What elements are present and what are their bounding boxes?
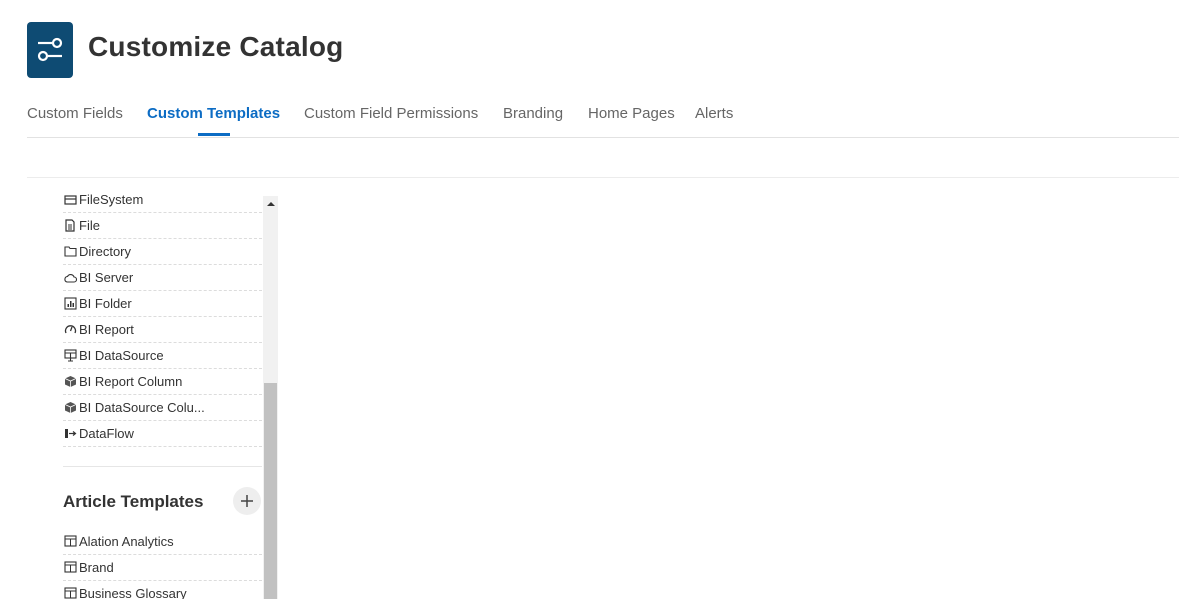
list-item-filesystem[interactable]: FileSystem — [63, 190, 262, 213]
list-item-label: BI DataSource — [79, 347, 164, 363]
file-icon — [63, 218, 77, 232]
article-templates-heading: Article Templates — [63, 492, 204, 511]
tab-home-pages[interactable]: Home Pages — [588, 105, 675, 122]
list-item-bi-report[interactable]: BI Report — [63, 316, 262, 343]
active-tab-indicator — [198, 133, 230, 136]
template-list-panel: FileSystem File Directory BI Server BI F… — [63, 190, 262, 599]
list-item-label: File — [79, 217, 100, 233]
list-item-label: Business Glossary — [79, 585, 187, 599]
list-item-file[interactable]: File — [63, 212, 262, 239]
cloud-icon — [63, 270, 77, 284]
bi-folder-icon — [63, 296, 77, 310]
cube-icon — [63, 400, 77, 414]
list-item-label: FileSystem — [79, 191, 144, 207]
tab-bar: Custom Fields Custom Templates Custom Fi… — [27, 105, 1179, 138]
page-title: Customize Catalog — [88, 31, 344, 62]
list-item-label: DataFlow — [79, 425, 134, 441]
list-item-brand[interactable]: Brand — [63, 554, 262, 581]
table-icon — [63, 560, 77, 574]
table-icon — [63, 534, 77, 548]
list-item-label: BI Folder — [79, 295, 132, 311]
list-item-business-glossary[interactable]: Business Glossary — [63, 580, 262, 599]
list-item-bi-datasource-column[interactable]: BI DataSource Colu... — [63, 394, 262, 421]
datasource-icon — [63, 348, 77, 362]
list-item-bi-server[interactable]: BI Server — [63, 264, 262, 291]
tab-custom-templates[interactable]: Custom Templates — [147, 105, 280, 122]
list-item-label: BI Report — [79, 321, 134, 337]
list-item-label: Alation Analytics — [79, 533, 174, 549]
caret-up-icon — [266, 201, 275, 206]
gauge-icon — [63, 322, 77, 336]
list-item-label: Directory — [79, 243, 132, 259]
tab-branding[interactable]: Branding — [503, 105, 563, 122]
cube-icon — [63, 374, 77, 388]
list-item-label: BI DataSource Colu... — [79, 399, 205, 415]
filesystem-icon — [63, 192, 77, 206]
list-item-label: Brand — [79, 559, 114, 575]
add-article-template-button[interactable] — [233, 487, 261, 515]
list-scrollbar[interactable] — [263, 196, 278, 599]
content-divider — [27, 177, 1179, 178]
app-logo-icon — [27, 22, 73, 78]
tab-custom-fields[interactable]: Custom Fields — [27, 105, 123, 122]
sliders-icon — [37, 37, 63, 62]
list-item-alation-analytics[interactable]: Alation Analytics — [63, 528, 262, 555]
table-icon — [63, 586, 77, 599]
list-item-bi-datasource[interactable]: BI DataSource — [63, 342, 262, 369]
list-item-bi-report-column[interactable]: BI Report Column — [63, 368, 262, 395]
list-item-directory[interactable]: Directory — [63, 238, 262, 265]
section-divider — [63, 466, 262, 467]
list-item-bi-folder[interactable]: BI Folder — [63, 290, 262, 317]
folder-icon — [63, 244, 77, 258]
plus-icon — [241, 495, 253, 507]
tab-alerts[interactable]: Alerts — [695, 105, 733, 122]
list-item-dataflow[interactable]: DataFlow — [63, 420, 262, 447]
dataflow-icon — [63, 426, 77, 440]
list-item-label: BI Report Column — [79, 373, 183, 389]
list-item-label: BI Server — [79, 269, 134, 285]
scrollbar-thumb[interactable] — [264, 383, 277, 599]
tab-custom-field-permissions[interactable]: Custom Field Permissions — [304, 105, 478, 122]
scroll-up-button[interactable] — [263, 196, 278, 211]
